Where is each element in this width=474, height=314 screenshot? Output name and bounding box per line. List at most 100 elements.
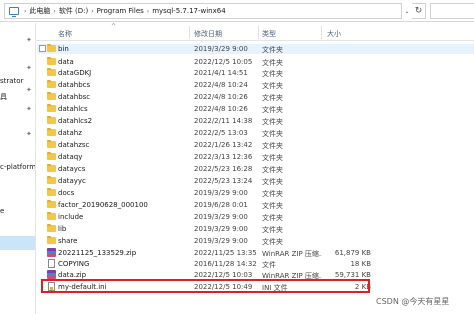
file-row[interactable]: datahbcs 2022/4/8 10:24 文件夹 <box>37 80 474 90</box>
file-name: lib <box>58 225 67 233</box>
nav-item-platform[interactable]: c-platform <box>0 163 35 171</box>
file-date: 2022/2/5 13:03 <box>194 129 248 137</box>
file-name: datahbsc <box>58 93 91 101</box>
column-divider[interactable] <box>321 26 322 39</box>
file-row[interactable]: dataGDKJ 2021/4/1 14:51 文件夹 <box>37 68 474 78</box>
folder-icon <box>47 128 56 136</box>
file-row[interactable]: dataycs 2022/5/23 16:28 文件夹 <box>37 164 474 174</box>
checkbox[interactable] <box>39 45 46 52</box>
file-name: factor_20190628_000100 <box>58 201 148 209</box>
pin-icon: ✦ <box>26 105 32 113</box>
search-input[interactable] <box>430 3 474 19</box>
file-row[interactable]: datahlcs 2022/4/8 10:26 文件夹 <box>37 104 474 114</box>
file-row[interactable]: data 2022/12/5 10:05 文件夹 <box>37 57 474 67</box>
folder-icon <box>47 68 56 76</box>
file-date: 2022/12/5 10:03 <box>194 271 253 279</box>
file-row[interactable]: lib 2019/3/29 9:00 文件夹 <box>37 224 474 234</box>
file-row[interactable]: datahzsc 2022/1/26 13:42 文件夹 <box>37 140 474 150</box>
file-type: 文件 <box>262 261 276 269</box>
column-divider[interactable] <box>258 26 259 39</box>
folder-icon <box>47 116 56 124</box>
nav-selected-item[interactable] <box>0 236 35 250</box>
file-row[interactable]: 20221125_133529.zip 2022/11/25 13:35 Win… <box>37 248 474 258</box>
folder-icon <box>47 44 56 52</box>
file-type: 文件夹 <box>262 166 283 174</box>
file-row[interactable]: datahz 2022/2/5 13:03 文件夹 <box>37 128 474 138</box>
navigation-pane: ✦ ✦ strator ✦ 具 ✦ ✦ c-platform e <box>0 23 36 314</box>
file-type: 文件夹 <box>262 214 283 222</box>
file-row[interactable]: include 2019/3/29 9:00 文件夹 <box>37 212 474 222</box>
file-row[interactable]: datahbsc 2022/4/8 10:26 文件夹 <box>37 92 474 102</box>
file-date: 2022/5/23 13:24 <box>194 177 253 185</box>
file-name: datahz <box>58 129 82 137</box>
file-date: 2022/4/8 10:26 <box>194 105 248 113</box>
nav-item-tools[interactable]: 具 <box>0 92 7 102</box>
file-type: 文件夹 <box>262 82 283 90</box>
file-name: datahlcs <box>58 105 88 113</box>
file-date: 2021/4/1 14:51 <box>194 69 248 77</box>
highlight-box <box>41 279 370 293</box>
watermark: CSDN @今天有星星 <box>374 295 452 308</box>
file-type: 文件夹 <box>262 59 283 67</box>
file-type: WinRAR ZIP 压缩... <box>262 250 322 258</box>
file-row[interactable]: dataqy 2022/3/13 12:36 文件夹 <box>37 152 474 162</box>
breadcrumb-program-files[interactable]: Program Files <box>97 7 144 15</box>
column-header: ^ 名称 修改日期 类型 大小 <box>37 23 474 41</box>
column-name[interactable]: 名称 <box>58 29 72 39</box>
chevron-right-icon: › <box>24 7 27 15</box>
file-name: datayyc <box>58 177 86 185</box>
folder-icon <box>47 80 56 88</box>
column-divider[interactable] <box>189 26 190 39</box>
file-type: 文件夹 <box>262 130 283 138</box>
file-type: 文件夹 <box>262 178 283 186</box>
folder-icon <box>47 188 56 196</box>
folder-icon <box>47 212 56 220</box>
pin-icon: ✦ <box>26 86 32 94</box>
column-date[interactable]: 修改日期 <box>194 29 222 39</box>
file-name: bin <box>58 45 69 53</box>
file-row[interactable]: COPYING 2016/11/28 14:32 文件 18 KB <box>37 259 474 269</box>
folder-icon <box>47 92 56 100</box>
column-size[interactable]: 大小 <box>327 29 341 39</box>
file-row[interactable]: share 2019/3/29 9:00 文件夹 <box>37 236 474 246</box>
file-date: 2022/4/8 10:26 <box>194 93 248 101</box>
file-row[interactable]: docs 2019/3/29 9:00 文件夹 <box>37 188 474 198</box>
folder-icon <box>47 224 56 232</box>
file-row[interactable]: factor_20190628_000100 2019/6/28 0:01 文件… <box>37 200 474 210</box>
folder-icon <box>47 140 56 148</box>
pin-icon: ✦ <box>26 130 32 138</box>
file-date: 2022/1/26 13:42 <box>194 141 253 149</box>
file-name: datahlcs2 <box>58 117 93 125</box>
file-name: include <box>58 213 84 221</box>
file-date: 2022/11/25 13:35 <box>194 249 257 257</box>
nav-item-e[interactable]: e <box>0 207 4 215</box>
folder-icon <box>47 176 56 184</box>
zip-archive-icon <box>47 248 56 257</box>
file-name: datahzsc <box>58 141 90 149</box>
pin-icon: ✦ <box>26 64 32 72</box>
folder-icon <box>47 57 56 65</box>
file-date: 2019/3/29 9:00 <box>194 189 248 197</box>
chevron-down-icon[interactable]: ⌄ <box>402 3 412 19</box>
file-date: 2019/3/29 9:00 <box>194 237 248 245</box>
file-type: 文件夹 <box>262 238 283 246</box>
refresh-icon[interactable]: ↻ <box>412 3 426 19</box>
computer-icon <box>9 7 19 17</box>
file-date: 2022/3/13 12:36 <box>194 153 253 161</box>
file-name: data <box>58 58 74 66</box>
column-type[interactable]: 类型 <box>262 29 276 39</box>
file-row[interactable]: datahlcs2 2022/2/11 14:38 文件夹 <box>37 116 474 126</box>
address-input[interactable]: › 此电脑 › 软件 (D:) › Program Files › mysql-… <box>4 3 402 19</box>
breadcrumb-drive[interactable]: 软件 (D:) <box>59 6 88 16</box>
file-date: 2022/5/23 16:28 <box>194 165 253 173</box>
breadcrumb-mysql[interactable]: mysql-5.7.17-winx64 <box>152 7 225 15</box>
file-row[interactable]: datayyc 2022/5/23 13:24 文件夹 <box>37 176 474 186</box>
nav-item-administrator[interactable]: strator <box>0 77 23 85</box>
breadcrumb-this-pc[interactable]: 此电脑 <box>29 6 50 16</box>
folder-icon <box>47 104 56 112</box>
file-name: 20221125_133529.zip <box>58 249 137 257</box>
file-row[interactable]: bin 2019/3/29 9:00 文件夹 <box>37 44 474 54</box>
file-type: 文件夹 <box>262 106 283 114</box>
file-date: 2019/3/29 9:00 <box>194 213 248 221</box>
file-size: 59,731 KB <box>334 271 371 279</box>
